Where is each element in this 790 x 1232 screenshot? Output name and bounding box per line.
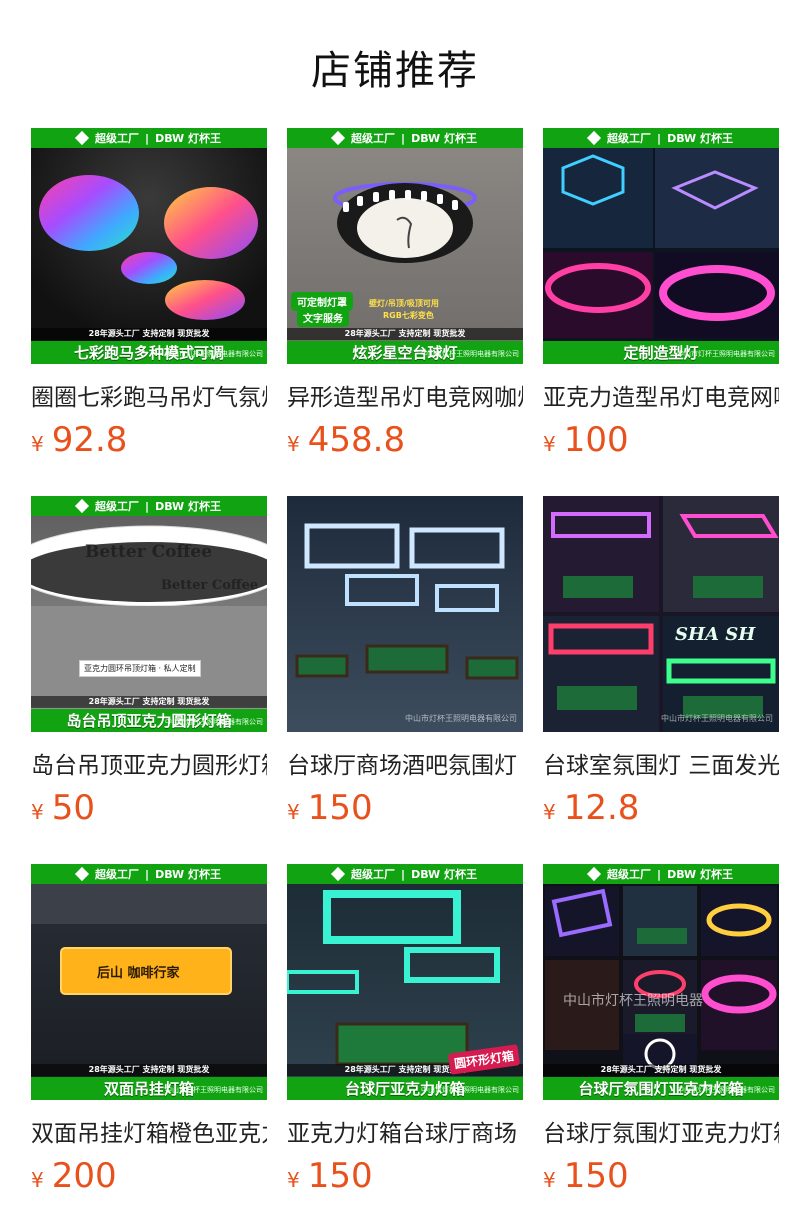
currency-symbol: ¥ [31, 800, 44, 824]
brand-banner: 超级工厂 | DBW 灯杯王 [287, 864, 523, 884]
product-name[interactable]: 亚克力造型吊灯电竞网咖 [543, 378, 779, 412]
product-image[interactable]: 中山市灯杯王照明电器有限公司 [287, 496, 523, 732]
install-note: 壁灯/吊顶/吸顶可用 [369, 299, 439, 308]
brand-banner: 超级工厂 | DBW 灯杯王 [543, 128, 779, 148]
brand-banner: 超级工厂 | DBW 灯杯王 [31, 496, 267, 516]
product-price: ¥200 [31, 1156, 117, 1196]
currency-symbol: ¥ [543, 432, 556, 456]
diamond-icon [586, 130, 602, 146]
product-name[interactable]: 圈圈七彩跑马吊灯气氛灯 [31, 378, 267, 412]
product-card[interactable]: 超级工厂 | DBW 灯杯王 中山市灯杯王照明电器 28年源头工厂 支持定制 现… [543, 864, 779, 1200]
product-card[interactable]: 中山市灯杯王照明电器有限公司 台球厅商场酒吧氛围灯 ¥150 [287, 496, 523, 832]
currency-symbol: ¥ [31, 1168, 44, 1192]
product-price: ¥150 [287, 1156, 373, 1196]
product-card[interactable]: 超级工厂 | DBW 灯杯王 28年源头工厂 支持定制 现货批发 七彩跑马多种模… [31, 128, 267, 464]
caption-bar: 双面吊挂灯箱 中山市灯杯王照明电器有限公司 [31, 1077, 267, 1100]
caption-bar: 定制造型灯 中山市灯杯王照明电器有限公司 [543, 341, 779, 364]
product-price: ¥92.8 [31, 420, 128, 460]
product-name[interactable]: 双面吊挂灯箱橙色亚克力 [31, 1114, 267, 1148]
currency-symbol: ¥ [543, 1168, 556, 1192]
watermark: 中山市灯杯王照明电器有限公司 [405, 714, 517, 723]
product-image[interactable]: 超级工厂 | DBW 灯杯王 中山市灯杯王照明电器 28年源头工厂 支持定制 现… [543, 864, 779, 1100]
product-card[interactable]: 超级工厂 | DBW 灯杯王 可定制灯罩 文字服务 壁灯/吊顶/吸顶可用 RGB… [287, 128, 523, 464]
slogan-strip: 28年源头工厂 支持定制 现货批发 [287, 328, 523, 340]
brand-banner: 超级工厂 | DBW 灯杯王 [287, 128, 523, 148]
billiard-hall-illustration [295, 523, 519, 680]
sign-text: Better Coffee [161, 578, 259, 593]
diamond-icon [74, 866, 90, 882]
product-name[interactable]: 台球厅氛围灯亚克力灯箱 [543, 1114, 779, 1148]
caption-bar: 台球厅亚克力灯箱 中山市灯杯王照明电器有限公司 [287, 1077, 523, 1100]
currency-symbol: ¥ [287, 432, 300, 456]
product-image[interactable]: 超级工厂 | DBW 灯杯王 圆环形灯箱 28年源头工厂 支持定制 现货批发 台… [287, 864, 523, 1100]
slogan-strip: 28年源头工厂 支持定制 现货批发 [31, 328, 267, 340]
slogan-strip: 28年源头工厂 支持定制 现货批发 [543, 1064, 779, 1076]
brand-banner: 超级工厂 | DBW 灯杯王 [543, 864, 779, 884]
watermark: 中山市灯杯王照明电器有限公司 [661, 714, 773, 723]
sign-text: SHA SH [675, 624, 756, 645]
page-title: 店铺推荐 [311, 48, 479, 94]
product-image[interactable]: 超级工厂 | DBW 灯杯王 定制造型灯 中山市灯杯王照明电器有限公司 [543, 128, 779, 364]
product-image[interactable]: 超级工厂 | DBW 灯杯王 Better Coffee Better Coff… [31, 496, 267, 732]
caption-bar: 台球厅氛围灯亚克力灯箱 中山市灯杯王照明电器有限公司 [543, 1077, 779, 1100]
rgb-note: RGB七彩变色 [383, 311, 434, 320]
slogan-strip: 28年源头工厂 支持定制 现货批发 [31, 696, 267, 708]
currency-symbol: ¥ [31, 432, 44, 456]
product-price: ¥150 [543, 1156, 629, 1196]
billiard-collage-illustration [543, 496, 779, 732]
sign-text: Better Coffee [85, 542, 213, 562]
product-image[interactable]: 超级工厂 | DBW 灯杯王 28年源头工厂 支持定制 现货批发 七彩跑马多种模… [31, 128, 267, 364]
product-card[interactable]: 超级工厂 | DBW 灯杯王 定制造型灯 中山市灯杯王照明电器有限公司 亚克力造… [543, 128, 779, 464]
product-name[interactable]: 异形造型吊灯电竞网咖灯 [287, 378, 523, 412]
product-price: ¥100 [543, 420, 629, 460]
diamond-icon [586, 866, 602, 882]
diamond-icon [330, 130, 346, 146]
diamond-icon [74, 498, 90, 514]
product-name[interactable]: 台球室氛围灯 三面发光 [543, 746, 779, 780]
product-image[interactable]: SHA SH 中山市灯杯王照明电器有限公司 [543, 496, 779, 732]
product-card[interactable]: 超级工厂 | DBW 灯杯王 圆环形灯箱 28年源头工厂 支持定制 现货批发 台… [287, 864, 523, 1200]
currency-symbol: ¥ [287, 800, 300, 824]
product-name[interactable]: 亚克力灯箱台球厅商场 [287, 1114, 523, 1148]
slogan-strip: 28年源头工厂 支持定制 现货批发 [31, 1064, 267, 1076]
product-price: ¥458.8 [287, 420, 406, 460]
product-card[interactable]: SHA SH 中山市灯杯王照明电器有限公司 台球室氛围灯 三面发光 ¥12.8 [543, 496, 779, 832]
watermark: 中山市灯杯王照明电器 [563, 993, 703, 1009]
currency-symbol: ¥ [287, 1168, 300, 1192]
sign-text: 后山 咖啡行家 [97, 966, 180, 981]
caption-bar: 炫彩星空台球灯 中山市灯杯王照明电器有限公司 [287, 341, 523, 364]
diamond-icon [330, 866, 346, 882]
currency-symbol: ¥ [543, 800, 556, 824]
brand-banner: 超级工厂 | DBW 灯杯王 [31, 128, 267, 148]
product-price: ¥12.8 [543, 788, 640, 828]
product-label: 亚克力圆环吊顶灯箱 · 私人定制 [79, 660, 201, 677]
product-name[interactable]: 岛台吊顶亚克力圆形灯箱 [31, 746, 267, 780]
collage-illustration [543, 148, 779, 338]
product-image[interactable]: 超级工厂 | DBW 灯杯王 后山 咖啡行家 28年源头工厂 支持定制 现货批发… [31, 864, 267, 1100]
brand-banner: 超级工厂 | DBW 灯杯王 [31, 864, 267, 884]
product-name[interactable]: 台球厅商场酒吧氛围灯 [287, 746, 523, 780]
product-card[interactable]: 超级工厂 | DBW 灯杯王 后山 咖啡行家 28年源头工厂 支持定制 现货批发… [31, 864, 267, 1200]
caption-bar: 七彩跑马多种模式可调 中山市灯杯王照明电器有限公司 [31, 341, 267, 364]
product-card[interactable]: 超级工厂 | DBW 灯杯王 Better Coffee Better Coff… [31, 496, 267, 832]
diamond-icon [74, 130, 90, 146]
text-service-badge: 文字服务 [297, 308, 349, 327]
product-image[interactable]: 超级工厂 | DBW 灯杯王 可定制灯罩 文字服务 壁灯/吊顶/吸顶可用 RGB… [287, 128, 523, 364]
caption-bar: 岛台吊顶亚克力圆形灯箱 中山市灯杯王照明电器有限公司 [31, 709, 267, 732]
product-price: ¥50 [31, 788, 95, 828]
product-price: ¥150 [287, 788, 373, 828]
